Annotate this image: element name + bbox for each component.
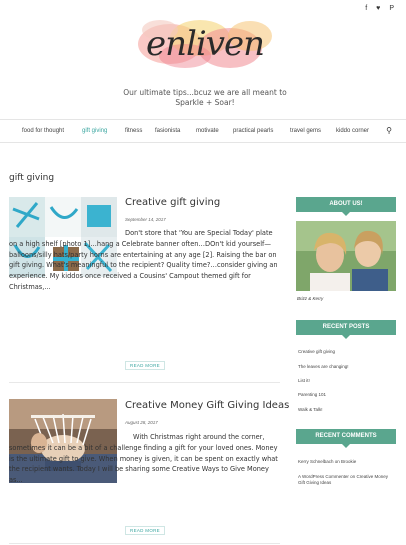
recent-comment[interactable]: A WordPress Commenter on Creative Money … [298,474,396,486]
about-photo [296,221,396,291]
social-icons: f ♥ P [365,5,394,12]
post-card: Creative Money Gift Giving Ideas August … [9,399,289,539]
about-caption: Brizz & Kerry [297,296,324,301]
twitter-icon[interactable]: ♥ [376,5,380,12]
main-nav: food for thought gift giving fitness fas… [0,119,406,143]
page-title: gift giving [9,173,55,183]
post-date: September 14, 2017 [125,217,166,222]
widget-title-recent-posts: RECENT POSTS [296,320,396,339]
nav-fitness[interactable]: fitness [125,128,142,134]
nav-gift-giving[interactable]: gift giving [82,128,107,134]
pinterest-icon[interactable]: P [389,5,394,12]
post-card: Creative gift giving September 14, 2017 … [9,197,280,372]
logo-text: enliven [146,24,265,64]
recent-post-link[interactable]: The leaves are changing! [298,364,349,369]
post-title[interactable]: Creative gift giving [125,197,220,208]
recent-post-link[interactable]: Parenting 101 [298,392,326,397]
post-title[interactable]: Creative Money Gift Giving Ideas [125,400,289,411]
post-excerpt: With Christmas right around the corner, … [9,432,280,486]
nav-kiddo-corner[interactable]: kiddo corner [336,128,369,134]
recent-comment[interactable]: Kerry Schnelbach on Brookie [298,459,396,465]
recent-post-link[interactable]: List it! [298,378,310,383]
facebook-icon[interactable]: f [365,5,367,12]
widget-title-recent-comments: RECENT COMMENTS [296,429,396,448]
post-divider [9,382,280,383]
widget-title-about: ABOUT US! [296,197,396,216]
search-icon[interactable]: ⚲ [386,126,392,135]
recent-post-link[interactable]: Creative gift giving [298,349,335,354]
nav-fasionista[interactable]: fasionista [155,128,180,134]
recent-post-link[interactable]: Walk & Talk! [298,407,323,412]
site-tagline: Our ultimate tips...bcuz we are all mean… [123,88,287,107]
post-excerpt-text: Don't store that 'You are Special Today'… [9,229,278,291]
read-more-button[interactable]: READ MORE [125,361,165,370]
read-more-button[interactable]: READ MORE [125,526,165,535]
nav-motivate[interactable]: motivate [196,128,219,134]
post-divider [9,543,280,544]
nav-food-for-thought[interactable]: food for thought [22,128,64,134]
site-logo[interactable]: enliven [130,10,280,78]
post-excerpt: Don't store that 'You are Special Today'… [9,228,280,293]
nav-travel-gems[interactable]: travel gems [290,128,321,134]
nav-practical-pearls[interactable]: practical pearls [233,128,273,134]
post-date: August 28, 2017 [125,420,158,425]
post-excerpt-text: With Christmas right around the corner, … [9,433,278,485]
